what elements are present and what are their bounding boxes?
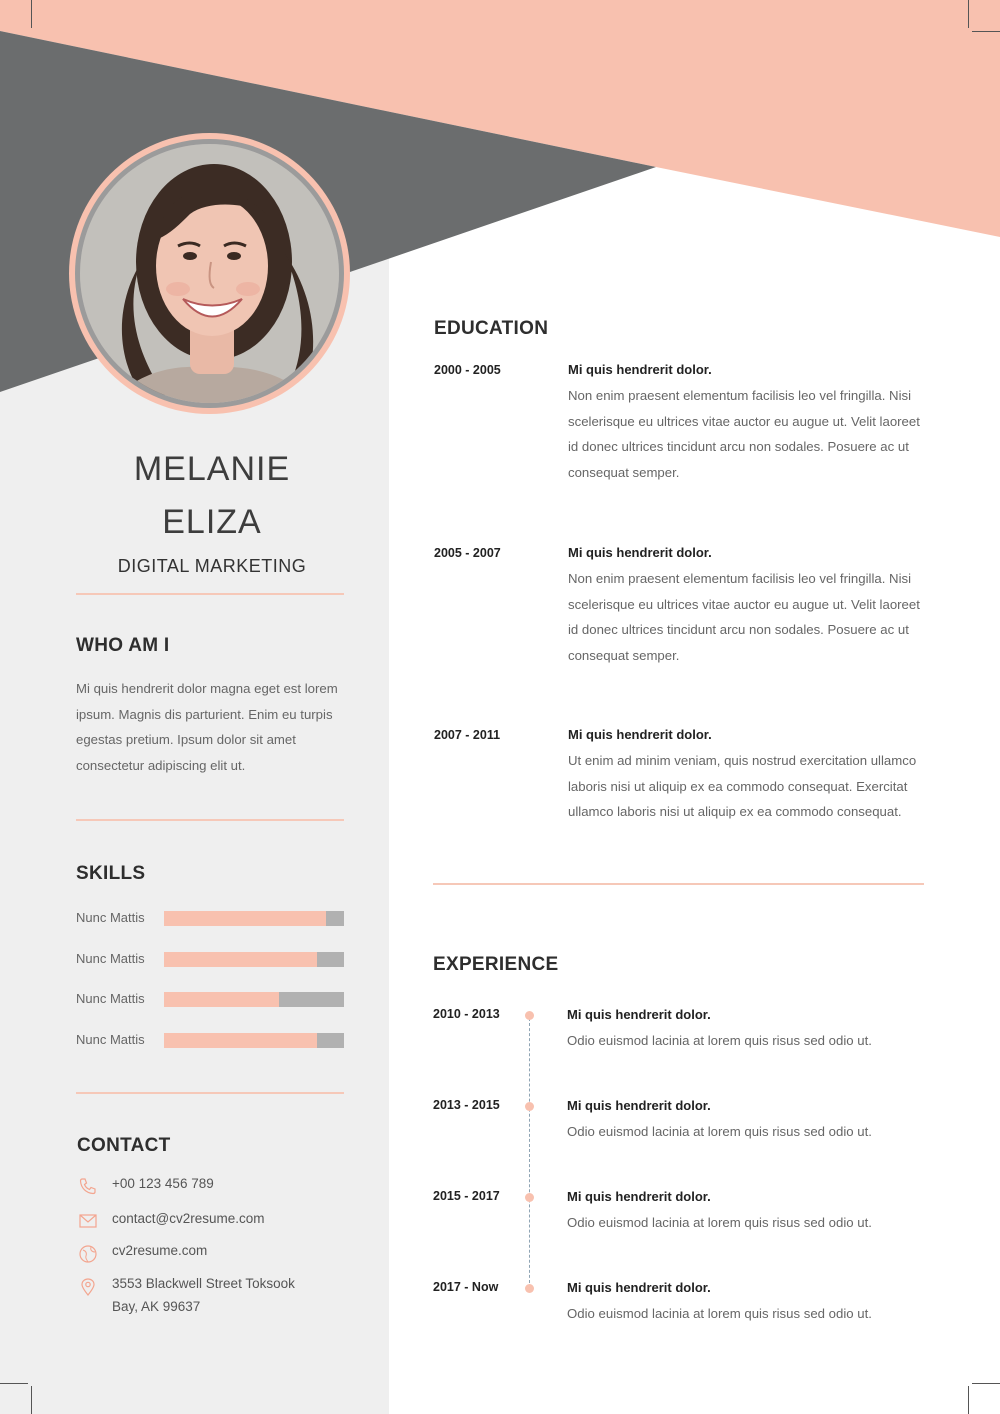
crop-mark: [972, 31, 1000, 32]
experience-title: Mi quis hendrerit dolor.: [567, 1007, 711, 1022]
about-heading: WHO AM I: [76, 635, 170, 656]
experience-dates: 2017 - Now: [433, 1280, 499, 1294]
skill-label: Nunc Mattis: [76, 910, 145, 925]
crop-mark: [972, 1383, 1000, 1384]
divider: [433, 883, 924, 885]
contact-website[interactable]: cv2resume.com: [112, 1239, 207, 1262]
education-heading: EDUCATION: [434, 318, 549, 339]
experience-title: Mi quis hendrerit dolor.: [567, 1189, 711, 1204]
divider: [76, 819, 344, 821]
experience-description: Odio euismod lacinia at lorem quis risus…: [567, 1215, 872, 1230]
last-name: ELIZA: [162, 503, 262, 541]
skill-bar-fill: [164, 911, 326, 926]
skill-bar-fill: [164, 1033, 317, 1048]
experience-description: Odio euismod lacinia at lorem quis risus…: [567, 1033, 872, 1048]
education-dates: 2000 - 2005: [434, 363, 501, 377]
contact-phone: +00 123 456 789: [112, 1176, 214, 1191]
timeline-dot: [525, 1284, 534, 1293]
skill-bar: [164, 911, 344, 926]
skills-heading: SKILLS: [76, 863, 146, 884]
divider: [76, 1092, 344, 1094]
education-description: Ut enim ad minim veniam, quis nostrud ex…: [568, 753, 917, 820]
divider: [76, 593, 344, 595]
education-dates: 2005 - 2007: [434, 546, 501, 560]
education-dates: 2007 - 2011: [434, 728, 501, 742]
location-pin-icon: [81, 1278, 95, 1296]
job-title: DIGITAL MARKETING: [117, 556, 307, 576]
first-name: MELANIE: [133, 450, 291, 488]
contact-email[interactable]: contact@cv2resume.com: [112, 1207, 265, 1230]
skill-bar: [164, 1033, 344, 1048]
crop-mark: [968, 0, 969, 28]
profile-photo: [80, 144, 339, 403]
crop-mark: [31, 1386, 32, 1414]
experience-heading: EXPERIENCE: [433, 954, 559, 975]
education-description: Non enim praesent elementum facilisis le…: [568, 571, 920, 663]
timeline-dot: [525, 1102, 534, 1111]
education-description: Non enim praesent elementum facilisis le…: [568, 388, 920, 480]
contact-address-line1: 3553 Blackwell Street Toksook: [112, 1276, 295, 1291]
crop-mark: [968, 1386, 969, 1414]
skill-bar-fill: [164, 952, 317, 967]
experience-dates: 2010 - 2013: [433, 1007, 500, 1021]
phone-icon: [79, 1178, 96, 1195]
experience-dates: 2015 - 2017: [433, 1189, 500, 1203]
contact-address-line2: Bay, AK 99637: [112, 1299, 201, 1314]
experience-dates: 2013 - 2015: [433, 1098, 500, 1112]
about-text: Mi quis hendrerit dolor magna eget est l…: [76, 681, 338, 773]
experience-description: Odio euismod lacinia at lorem quis risus…: [567, 1124, 872, 1139]
timeline-dot: [525, 1011, 534, 1020]
education-title: Mi quis hendrerit dolor.: [568, 545, 712, 560]
experience-title: Mi quis hendrerit dolor.: [567, 1280, 711, 1295]
experience-description: Odio euismod lacinia at lorem quis risus…: [567, 1306, 872, 1321]
skill-bar: [164, 992, 344, 1007]
skill-label: Nunc Mattis: [76, 1032, 145, 1047]
skill-bar-fill: [164, 992, 280, 1007]
skill-label: Nunc Mattis: [76, 951, 145, 966]
education-title: Mi quis hendrerit dolor.: [568, 727, 712, 742]
contact-heading: CONTACT: [77, 1135, 171, 1156]
timeline-line: [529, 1018, 530, 1288]
photo-border: [75, 139, 344, 408]
timeline-dot: [525, 1193, 534, 1202]
crop-mark: [0, 1383, 28, 1384]
skill-label: Nunc Mattis: [76, 991, 145, 1006]
education-title: Mi quis hendrerit dolor.: [568, 362, 712, 377]
experience-title: Mi quis hendrerit dolor.: [567, 1098, 711, 1113]
crop-mark: [31, 0, 32, 28]
globe-icon: [79, 1245, 97, 1263]
skill-bar: [164, 952, 344, 967]
profile-photo-frame: [69, 133, 350, 414]
email-icon: [79, 1214, 97, 1228]
